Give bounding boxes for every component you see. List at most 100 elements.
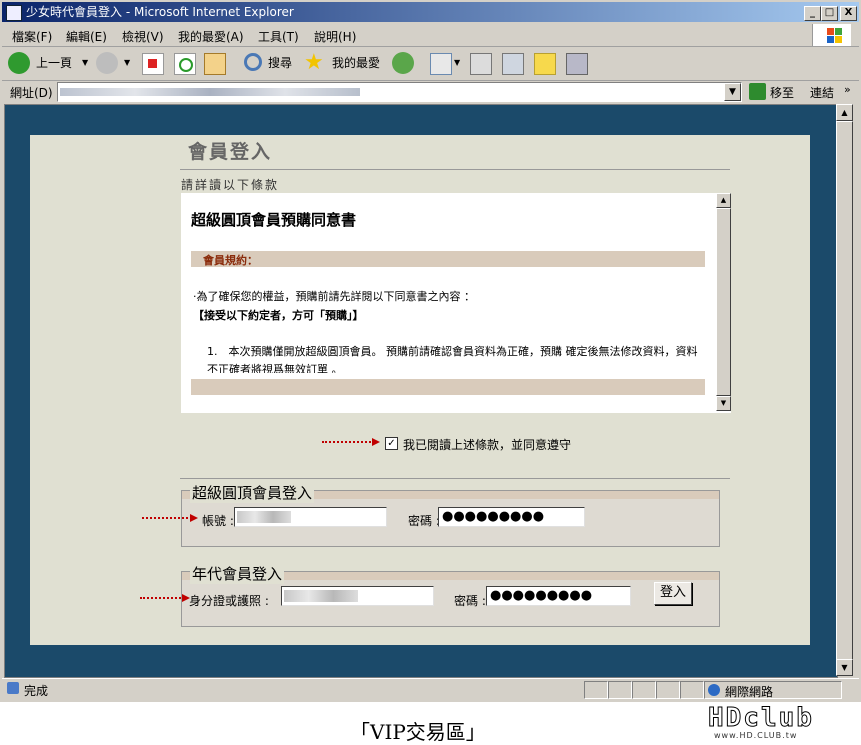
standard-toolbar: 上一頁 ▼ ▼ 搜尋 ★ 我的最愛 ▼ [2,48,859,81]
status-cell [608,681,632,699]
terms-subtitle: 請詳讀以下條款 [181,178,280,192]
status-cell [584,681,608,699]
agree-checkbox[interactable]: ✓ [385,437,398,450]
agree-label: 我已閱讀上述條款，並同意遵守 [403,438,572,452]
status-cell [680,681,704,699]
page-title: 會員登入 [188,141,273,163]
home-icon[interactable] [204,53,226,75]
window-title: 少女時代會員登入 - Microsoft Internet Explorer [26,5,294,19]
close-button[interactable]: X [840,6,857,21]
status-cell [656,681,680,699]
forward-arrow-icon[interactable] [96,52,118,74]
scroll-down-icon[interactable]: ▼ [836,659,853,676]
era-login-legend: 年代會員登入 [190,563,285,584]
minimize-button[interactable]: _ [804,6,821,21]
terms-section-label: 會員規約： [203,254,258,267]
menu-file[interactable]: 檔案(F) [12,28,52,45]
password-input[interactable]: ●●●●●●●●● [486,586,631,606]
pointer-arrow-id [140,597,184,601]
globe-icon [708,684,720,696]
id-input[interactable] [281,586,434,606]
divider [180,169,730,170]
status-text: 完成 [24,684,49,698]
watermark-logo: HDclub www.HD.CLUB.tw [706,703,856,741]
id-label: 身分證或護照 : [189,594,269,608]
back-button[interactable]: 上一頁 [36,54,72,71]
ie-icon [6,5,22,21]
discuss-icon[interactable] [534,53,556,75]
menu-tools[interactable]: 工具(T) [258,28,299,45]
terms-box: 超級圓頂會員預購同意書 會員規約： ‧為了確保您的權益，預購前請先詳閱以下同意書… [181,193,731,413]
links-chevron-icon[interactable]: » [844,83,851,96]
caption: 「VIP交易區」 [350,720,486,744]
mail-dropdown-icon[interactable]: ▼ [454,58,460,67]
address-bar: 網址(D) ▼ 移至 連結 » [2,81,859,103]
address-label: 網址(D) [10,86,53,100]
back-arrow-icon[interactable] [8,52,30,74]
login-button[interactable]: 登入 [654,582,692,605]
menu-help[interactable]: 說明(H) [314,28,356,45]
scroll-thumb[interactable] [836,121,853,661]
terms-item-1: 1. 本次預購僅開放超級圓頂會員。 預購前請確認會員資料為正確，預購 確定後無法… [207,345,698,373]
terms-footer-band [191,379,705,395]
menu-view[interactable]: 檢視(V) [122,28,164,45]
scroll-up-icon[interactable]: ▲ [836,104,853,121]
address-url-blurred [60,88,360,96]
status-cell [632,681,656,699]
mail-icon[interactable] [430,53,452,75]
watermark-logo-text: HDclub [708,703,814,734]
page-done-icon [7,682,19,694]
address-dropdown-icon[interactable]: ▼ [724,83,741,101]
terms-scroll-down-icon[interactable]: ▼ [716,396,731,411]
password-label: 密碼 : [408,514,440,528]
pointer-arrowhead-id [182,594,190,602]
account-value-blurred [237,511,291,523]
terms-notice: 【接受以下約定者，方可「預購」】 [193,309,364,322]
era-login-fieldset: 年代會員登入 身分證或護照 : 密碼 : ●●●●●●●●● 登入 [181,563,720,627]
pointer-arrow-agree [322,441,374,445]
go-button[interactable]: 移至 [770,84,794,101]
go-arrow-icon[interactable] [749,83,766,100]
history-icon[interactable] [392,52,414,74]
links-button[interactable]: 連結 [810,84,834,101]
terms-section-band: 會員規約： [191,251,705,267]
stop-icon[interactable] [142,53,164,75]
login-panel: 會員登入 請詳讀以下條款 超級圓頂會員預購同意書 會員規約： ‧為了確保您的權益… [30,135,810,645]
title-bar: 少女時代會員登入 - Microsoft Internet Explorer _… [2,2,859,22]
maximize-button[interactable]: □ [821,6,838,21]
address-input[interactable]: ▼ [57,82,742,102]
windows-logo-icon [812,24,851,46]
browser-window: 少女時代會員登入 - Microsoft Internet Explorer _… [0,0,861,702]
terms-scrollbar[interactable]: ▲ ▼ [716,193,731,411]
password-input[interactable]: ●●●●●●●●● [438,507,585,527]
search-button[interactable]: 搜尋 [268,54,292,71]
pointer-arrow-account [142,517,192,521]
dome-login-fieldset: 超級圓頂會員登入 帳號 : 密碼 : ●●●●●●●●● [181,482,720,547]
favorites-button[interactable]: 我的最愛 [332,54,380,71]
pointer-arrowhead-account [190,514,198,522]
dome-login-legend: 超級圓頂會員登入 [190,482,315,503]
account-input[interactable] [234,507,387,527]
zone-label: 網際網路 [725,685,774,699]
menu-edit[interactable]: 編輯(E) [66,28,107,45]
terms-heading: 超級圓頂會員預購同意書 [191,211,357,229]
pointer-arrowhead-agree [372,438,380,446]
terms-scroll-up-icon[interactable]: ▲ [716,193,731,208]
back-dropdown-icon[interactable]: ▼ [82,58,88,67]
id-value-blurred [284,590,358,602]
print-icon[interactable] [470,53,492,75]
terms-intro: ‧為了確保您的權益，預購前請先詳閱以下同意書之內容 ： [193,290,475,303]
page-scrollbar[interactable]: ▲ ▼ [836,104,853,676]
divider [180,478,730,479]
terms-scroll-thumb[interactable] [716,208,731,396]
zone-cell: 網際網路 [704,681,842,699]
status-bar: 完成 網際網路 [2,678,859,699]
search-icon[interactable] [244,53,262,71]
favorites-star-icon[interactable]: ★ [304,50,324,75]
refresh-icon[interactable] [174,53,196,75]
forward-dropdown-icon[interactable]: ▼ [124,58,130,67]
edit-icon[interactable] [502,53,524,75]
research-icon[interactable] [566,53,588,75]
menu-favorites[interactable]: 我的最愛(A) [178,28,244,45]
password-label: 密碼 : [454,594,486,608]
